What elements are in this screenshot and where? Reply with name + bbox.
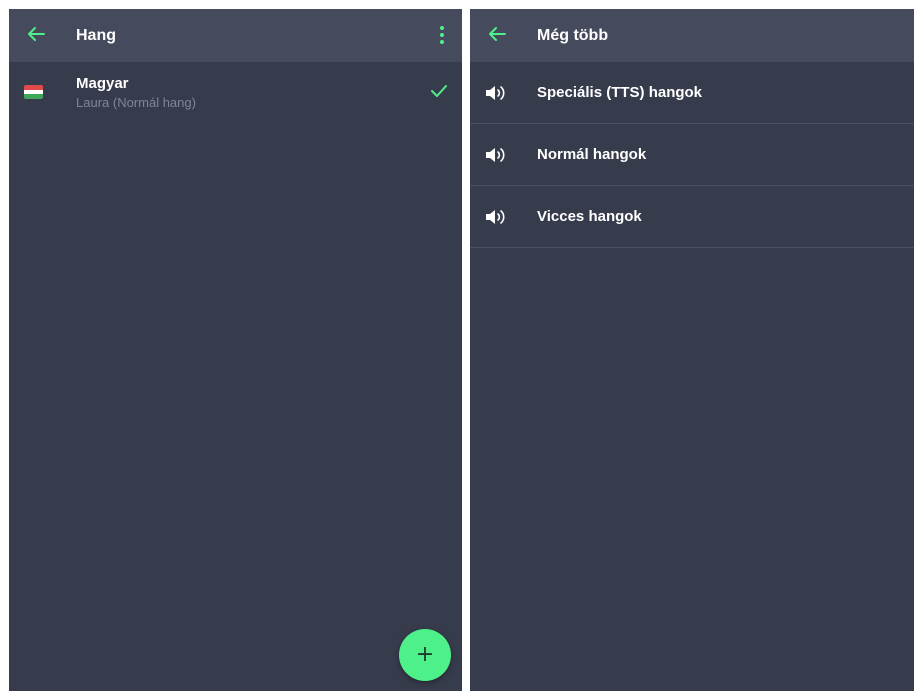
arrow-left-icon <box>28 27 45 41</box>
app-bar: Még több <box>470 9 914 62</box>
dot-icon <box>440 26 444 30</box>
back-button[interactable] <box>23 21 49 47</box>
voice-name: Laura (Normál hang) <box>76 95 196 110</box>
hungarian-flag-icon <box>24 85 43 99</box>
dot-icon <box>440 33 444 37</box>
speaker-icon <box>486 86 505 100</box>
more-voices-panel: Még több Speciális (TTS) hangok Normál h… <box>470 9 914 691</box>
arrow-left-icon <box>489 27 506 41</box>
list-item-funny-voices[interactable]: Vicces hangok <box>470 186 914 248</box>
language-item[interactable]: Magyar Laura (Normál hang) <box>9 62 462 117</box>
list-item-normal-voices[interactable]: Normál hangok <box>470 124 914 186</box>
list-item-tts-voices[interactable]: Speciális (TTS) hangok <box>470 62 914 124</box>
voice-settings-panel: Hang Magyar Laura (Normál hang) + <box>9 9 462 691</box>
add-voice-button[interactable]: + <box>399 629 451 681</box>
back-button[interactable] <box>484 21 510 47</box>
list-item-label: Normál hangok <box>537 146 647 163</box>
language-name: Magyar <box>76 75 129 92</box>
list-item-label: Vicces hangok <box>537 208 642 225</box>
dot-icon <box>440 40 444 44</box>
page-title: Még több <box>537 27 609 44</box>
list-item-label: Speciális (TTS) hangok <box>537 84 703 101</box>
more-options-button[interactable] <box>434 22 450 48</box>
page-title: Hang <box>76 27 116 44</box>
plus-icon: + <box>415 642 435 667</box>
app-bar: Hang <box>9 9 462 62</box>
checkmark-icon <box>431 85 447 97</box>
speaker-icon <box>486 148 505 162</box>
speaker-icon <box>486 210 505 224</box>
